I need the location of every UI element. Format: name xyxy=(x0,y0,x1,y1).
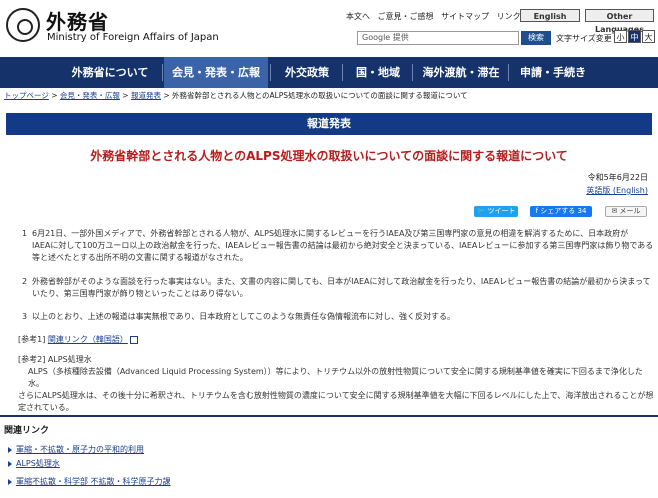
breadcrumb-press[interactable]: 会見・発表・広報 xyxy=(60,91,120,100)
skip-to-content-link[interactable]: 本文へ xyxy=(346,12,370,21)
facebook-share-button[interactable]: f シェアする 34 xyxy=(530,206,592,217)
search-input[interactable]: Google 提供 xyxy=(357,31,519,45)
nav-regions[interactable]: 国・地域 xyxy=(346,57,410,88)
related-link-nonproliferation-division[interactable]: 軍縮不拡散・科学部 不拡散・科学原子力課 xyxy=(8,476,171,487)
paragraph-1-number: 1 xyxy=(22,229,28,238)
section-divider xyxy=(0,415,658,417)
paragraph-1: 6月21日、一部外国メディアで、外務省幹部とされる人物が、ALPS処理水に関する… xyxy=(32,228,654,264)
related-link-alps[interactable]: ALPS処理水 xyxy=(8,458,60,469)
release-date: 令和5年6月22日 xyxy=(587,173,648,182)
related-link-disarmament[interactable]: 軍縮・不拡散・原子力の平和的利用 xyxy=(8,444,144,455)
reference-2-label: [参考2] ALPS処理水 xyxy=(18,355,92,364)
reference-1: [参考1] 関連リンク（韓国語） xyxy=(18,334,138,345)
reference-1-label: [参考1] xyxy=(18,335,46,344)
main-nav: 外務省について 会見・発表・広報 外交政策 国・地域 海外渡航・滞在 申請・手続… xyxy=(0,57,658,88)
breadcrumb: トップページ > 会見・発表・広報 > 報道発表 > 外務省幹部とされる人物との… xyxy=(4,91,468,100)
tweet-button[interactable]: 🐦 ツイート xyxy=(474,206,518,217)
reference-line: さらにALPS処理水は、その後十分に希釈され、トリチウムを含む放射性物質の濃度に… xyxy=(18,391,654,400)
paragraph-line: 外務省幹部がそのような面談を行った事実はない。また、文書の内容に関しても、日本が… xyxy=(32,277,651,286)
site-name-ja[interactable]: 外務省 xyxy=(46,6,109,35)
nav-about[interactable]: 外務省について xyxy=(60,57,160,88)
external-link-icon xyxy=(129,335,138,344)
mofa-emblem-icon[interactable] xyxy=(6,8,40,42)
nav-divider xyxy=(270,64,271,81)
english-version-link[interactable]: 英語版 (English) xyxy=(586,185,648,196)
breadcrumb-current: 外務省幹部とされる人物とのALPS処理水の取扱いについての面談に関する報道につい… xyxy=(172,91,468,100)
tweet-label: ツイート xyxy=(487,207,516,215)
english-button[interactable]: English xyxy=(520,9,580,22)
paragraph-line: いたり、第三国専門家が飾り物といったことはあり得ない。 xyxy=(32,289,248,298)
nav-divider xyxy=(162,64,163,81)
paragraph-3-number: 3 xyxy=(22,312,28,321)
site-name-en[interactable]: Ministry of Foreign Affairs of Japan xyxy=(47,32,219,43)
nav-divider xyxy=(412,64,413,81)
font-size-label: 文字サイズ変更 xyxy=(556,34,612,43)
mail-label: メール xyxy=(619,207,641,215)
nav-divider xyxy=(508,64,509,81)
nav-travel[interactable]: 海外渡航・滞在 xyxy=(416,57,506,88)
breadcrumb-home[interactable]: トップページ xyxy=(4,91,49,100)
reference-line: 定されている。 xyxy=(18,403,74,412)
breadcrumb-releases[interactable]: 報道発表 xyxy=(131,91,161,100)
search-button[interactable]: 検索 xyxy=(521,31,551,45)
related-links-heading: 関連リンク xyxy=(4,426,50,436)
feedback-link[interactable]: ご意見・ご感想 xyxy=(378,12,434,21)
other-languages-button[interactable]: Other Languages xyxy=(585,9,654,34)
facebook-share-label: シェアする 34 xyxy=(540,207,587,215)
reference-2-body: ALPS（多核種除去設備（Advanced Liquid Processing … xyxy=(18,366,656,414)
related-link-korean[interactable]: 関連リンク（韓国語） xyxy=(48,335,128,344)
paragraph-line: 6月21日、一部外国メディアで、外務省幹部とされる人物が、ALPS処理水に関する… xyxy=(32,229,629,238)
paragraph-2: 外務省幹部がそのような面談を行った事実はない。また、文書の内容に関しても、日本が… xyxy=(32,276,654,300)
paragraph-2-number: 2 xyxy=(22,277,28,286)
font-size-small-button[interactable]: 小 xyxy=(614,30,627,43)
paragraph-line: 以上のとおり、上述の報道は事実無根であり、日本政府としてこのような無責任な偽情報… xyxy=(32,312,456,321)
nav-press[interactable]: 会見・発表・広報 xyxy=(164,57,268,88)
page-title: 外務省幹部とされる人物とのALPS処理水の取扱いについての面談に関する報道につい… xyxy=(90,149,568,163)
font-size-medium-button[interactable]: 中 xyxy=(628,30,641,43)
nav-policy[interactable]: 外交政策 xyxy=(274,57,340,88)
paragraph-line: IAEAに対して100万ユーロ以上の政治献金を行った、IAEAレビュー報告書の結… xyxy=(32,241,654,250)
top-links: 本文へ ご意見・ご感想 サイトマップ リンク集 xyxy=(346,11,534,22)
paragraph-line: 等と述べたとする出所不明の文書に関する報道がなされた。 xyxy=(32,253,248,262)
nav-procedures[interactable]: 申請・手続き xyxy=(512,57,594,88)
reference-line: ALPS（多核種除去設備（Advanced Liquid Processing … xyxy=(28,367,643,388)
mail-button[interactable]: ✉ メール xyxy=(605,206,647,217)
site-header: 外務省 Ministry of Foreign Affairs of Japan… xyxy=(0,0,658,57)
paragraph-3: 以上のとおり、上述の報道は事実無根であり、日本政府としてこのような無責任な偽情報… xyxy=(32,311,654,323)
section-banner: 報道発表 xyxy=(6,113,652,135)
sitemap-link[interactable]: サイトマップ xyxy=(441,12,489,21)
nav-divider xyxy=(342,64,343,81)
font-size-large-button[interactable]: 大 xyxy=(642,30,655,43)
